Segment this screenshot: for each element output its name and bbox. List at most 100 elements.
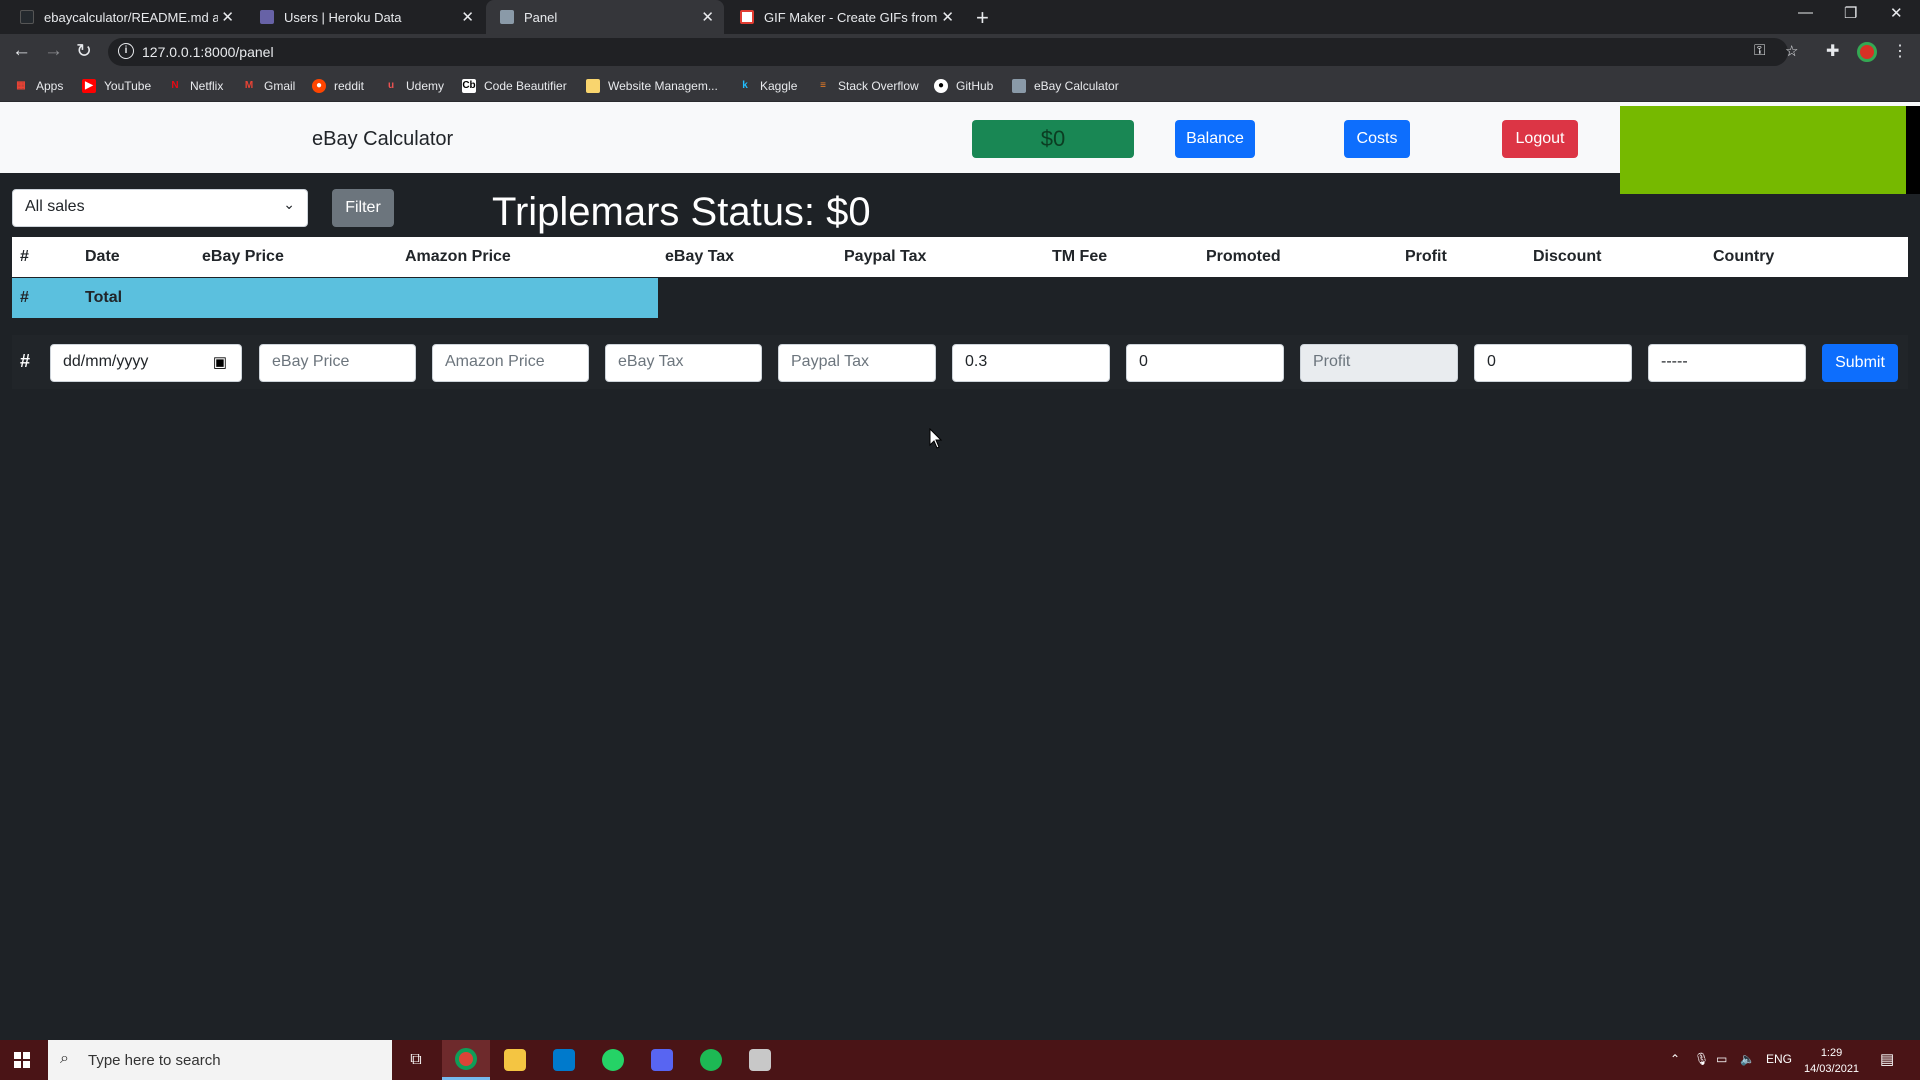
whatsapp-icon[interactable] xyxy=(589,1040,637,1080)
close-window-icon[interactable]: ✕ xyxy=(1890,4,1903,22)
show-hidden-icons-icon[interactable]: ⌃ xyxy=(1670,1052,1680,1066)
country-select[interactable]: ----- xyxy=(1648,344,1806,382)
spotify-icon[interactable] xyxy=(687,1040,735,1080)
bookmark-udemy[interactable]: u Udemy xyxy=(384,79,444,93)
chevron-down-icon: ⌄ xyxy=(283,196,295,212)
clock-date: 14/03/2021 xyxy=(1804,1063,1860,1075)
bookmark-apps[interactable]: ▦ Apps xyxy=(14,79,63,93)
bookmark-github[interactable]: ● GitHub xyxy=(934,79,993,93)
reddit-icon: ● xyxy=(312,79,326,93)
bookmark-label: Kaggle xyxy=(760,79,798,93)
bookmark-label: eBay Calculator xyxy=(1034,79,1119,93)
bookmark-ebay-calculator[interactable]: eBay Calculator xyxy=(1012,79,1119,93)
bookmark-reddit[interactable]: ● reddit xyxy=(312,79,364,93)
reload-icon[interactable]: ↻ xyxy=(76,40,92,63)
bookmark-label: Netflix xyxy=(190,79,224,93)
balance-badge: $0 xyxy=(972,120,1134,158)
bookmark-code-beautifier[interactable]: Cb Code Beautifier xyxy=(462,79,567,93)
col-discount: Discount xyxy=(1533,248,1602,265)
accent-box xyxy=(1620,106,1906,194)
restore-icon[interactable]: ❐ xyxy=(1844,4,1857,22)
file-explorer-icon[interactable] xyxy=(491,1040,539,1080)
vscode-icon[interactable] xyxy=(540,1040,588,1080)
discount-input[interactable]: 0 xyxy=(1474,344,1632,382)
col-country: Country xyxy=(1713,248,1775,265)
date-input[interactable]: dd/mm/yyyy ▣ xyxy=(50,344,242,382)
tm-fee-input[interactable]: 0.3 xyxy=(952,344,1110,382)
bookmark-label: YouTube xyxy=(104,79,152,93)
calendar-icon[interactable]: ▣ xyxy=(213,353,227,371)
star-icon[interactable]: ☆ xyxy=(1785,42,1798,60)
logout-button[interactable]: Logout xyxy=(1502,120,1578,158)
profile-avatar[interactable] xyxy=(1857,42,1877,62)
github-icon xyxy=(20,10,34,24)
forward-icon[interactable]: → xyxy=(44,40,63,62)
ebay-tax-input[interactable]: eBay Tax xyxy=(605,344,762,382)
volume-icon[interactable]: 🔈 xyxy=(1740,1052,1755,1066)
balance-button[interactable]: Balance xyxy=(1175,120,1255,158)
tab-readme[interactable]: ebaycalculator/README.md at m ✕ xyxy=(6,0,244,34)
tab-panel[interactable]: Panel ✕ xyxy=(486,0,724,34)
language-indicator[interactable]: ENG xyxy=(1766,1052,1792,1066)
browser-toolbar: ← → ↻ i 127.0.0.1:8000/panel ⚿ ☆ xyxy=(0,34,1920,70)
minimize-icon[interactable]: — xyxy=(1798,4,1813,21)
tab-title: Users | Heroku Data xyxy=(284,9,402,25)
microphone-icon[interactable]: 🎙 xyxy=(1694,1052,1709,1066)
windows-start-icon[interactable] xyxy=(14,1052,30,1068)
ebay-price-input[interactable]: eBay Price xyxy=(259,344,416,382)
tab-heroku[interactable]: Users | Heroku Data ✕ xyxy=(246,0,484,34)
costs-button[interactable]: Costs xyxy=(1344,120,1410,158)
network-icon[interactable]: ▭ xyxy=(1716,1052,1727,1066)
tab-gif-maker[interactable]: GIF Maker - Create GIFs from Vid ✕ xyxy=(726,0,964,34)
menu-icon[interactable]: ⋮ xyxy=(1892,41,1908,61)
back-icon[interactable]: ← xyxy=(12,40,31,62)
database-icon[interactable] xyxy=(736,1040,784,1080)
amazon-price-input[interactable]: Amazon Price xyxy=(432,344,589,382)
chrome-taskbar-icon[interactable] xyxy=(442,1040,490,1080)
bookmark-stack-overflow[interactable]: ≡ Stack Overflow xyxy=(816,79,919,93)
bookmark-label: Udemy xyxy=(406,79,445,93)
site-info-icon[interactable]: i xyxy=(118,43,134,59)
taskbar-search[interactable]: ⌕ Type here to search xyxy=(48,1040,392,1080)
udemy-icon: u xyxy=(387,80,395,91)
apps-grid-icon: ▦ xyxy=(16,80,26,91)
total-hash: # xyxy=(20,289,29,306)
bookmark-netflix[interactable]: N Netflix xyxy=(168,79,223,93)
bookmark-kaggle[interactable]: k Kaggle xyxy=(738,79,797,93)
gmail-icon: M xyxy=(244,80,254,91)
key-icon[interactable]: ⚿ xyxy=(1754,42,1765,59)
bookmarks-bar: ▦ Apps ▶ YouTube N Netflix M Gmail ● reddit u… xyxy=(0,70,1920,102)
submit-button[interactable]: Submit xyxy=(1822,344,1898,382)
bookmark-website-management[interactable]: Website Managem... xyxy=(586,79,718,93)
bookmark-label: Code Beautifier xyxy=(484,79,567,93)
extensions-icon[interactable]: ✚ xyxy=(1826,41,1839,61)
filter-button[interactable]: Filter xyxy=(332,189,394,227)
bookmark-youtube[interactable]: ▶ YouTube xyxy=(82,79,151,93)
discord-icon[interactable] xyxy=(638,1040,686,1080)
close-tab-icon[interactable]: ✕ xyxy=(941,8,954,26)
netflix-icon: N xyxy=(171,80,179,91)
col-ebay-price: eBay Price xyxy=(202,248,284,265)
bookmark-gmail[interactable]: M Gmail xyxy=(242,79,296,93)
promoted-input[interactable]: 0 xyxy=(1126,344,1284,382)
col-promoted: Promoted xyxy=(1206,248,1281,265)
brand-title[interactable]: eBay Calculator xyxy=(312,128,453,151)
notifications-icon[interactable]: ▤ xyxy=(1880,1050,1894,1068)
new-tab-icon[interactable]: + xyxy=(976,5,989,31)
task-view-icon[interactable]: ⧉ xyxy=(392,1040,440,1080)
clock-time: 1:29 xyxy=(1820,1047,1843,1059)
close-tab-icon[interactable]: ✕ xyxy=(221,8,234,26)
calculator-icon xyxy=(1012,79,1026,93)
kaggle-icon: k xyxy=(742,80,748,91)
table-header: # Date eBay Price Amazon Price eBay Tax … xyxy=(12,237,1908,277)
paypal-tax-input[interactable]: Paypal Tax xyxy=(778,344,936,382)
taskbar-clock[interactable]: 1:29 14/03/2021 xyxy=(1804,1045,1859,1077)
bookmark-label: Stack Overflow xyxy=(838,79,919,93)
total-row: # Total xyxy=(12,278,658,318)
tab-title: GIF Maker - Create GIFs from Vid xyxy=(764,9,938,25)
close-tab-icon[interactable]: ✕ xyxy=(461,8,474,26)
address-bar[interactable]: i 127.0.0.1:8000/panel xyxy=(108,38,1788,66)
sales-filter-select[interactable]: All sales ⌄ xyxy=(12,189,308,227)
browser-tabstrip: ebaycalculator/README.md at m ✕ Users | … xyxy=(0,0,1920,34)
close-tab-icon[interactable]: ✕ xyxy=(701,8,714,26)
